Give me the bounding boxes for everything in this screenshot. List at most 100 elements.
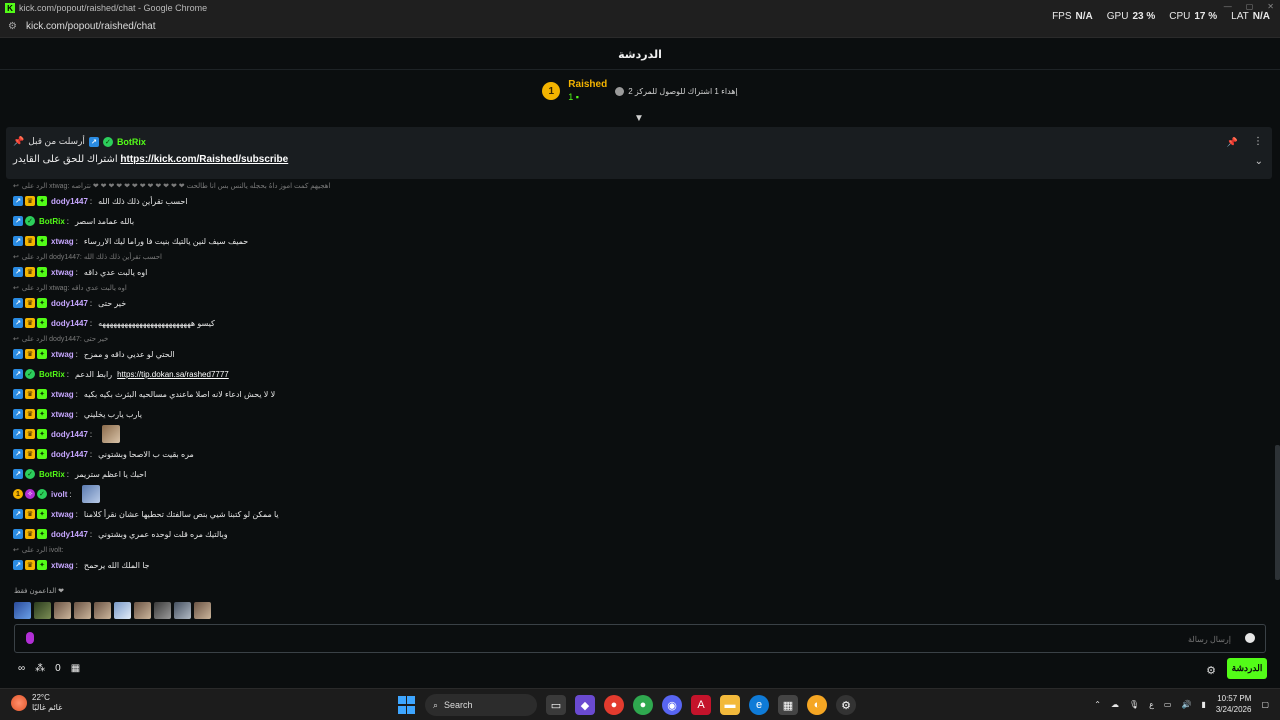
chat-username[interactable]: xtwag (51, 237, 74, 246)
chat-username[interactable]: BotRix (39, 370, 65, 379)
leader-entry[interactable]: Raished 1 ▪ (568, 79, 607, 103)
chat-messages[interactable]: ↩ الرد على xtwag: اهجيهم كمت اموز داهُ بح… (0, 180, 1275, 580)
chat-input-box[interactable] (14, 624, 1266, 653)
emote-thumbnail[interactable] (134, 602, 151, 619)
tray-overflow-icon[interactable]: ⌃ (1094, 700, 1101, 709)
weather-widget[interactable]: 22°C غائم غالبًا (11, 693, 62, 713)
file-explorer-icon[interactable]: ▬ (720, 695, 740, 715)
emote-thumbnail[interactable] (74, 602, 91, 619)
chat-message[interactable]: ↗ ✓ BotRix: بالله عمامد اسصر (0, 211, 1275, 231)
reply-context[interactable]: ↩ الرد على ivolt: (0, 544, 1275, 555)
discord-icon[interactable]: ◉ (662, 695, 682, 715)
share-icon[interactable]: ⁂ (35, 663, 45, 674)
chat-username[interactable]: xtwag (51, 410, 74, 419)
more-options-icon[interactable]: ⋮ (1253, 136, 1263, 147)
battery-icon[interactable]: ▮ (1201, 700, 1205, 709)
chat-message[interactable]: ↗ ♛ ✦ xtwag: جا الملك الله يرحمح (0, 555, 1275, 575)
chrome-profile-icon[interactable]: ● (633, 695, 653, 715)
chat-message[interactable]: ↗ ♛ ✦ xtwag: يا ممكن لو كتبنا شيي بنص سالفتك… (0, 504, 1275, 524)
chat-message[interactable]: ↗ ✓ BotRix: رابط الدعم https://tip.dokan.sa/… (0, 364, 1275, 384)
copilot-icon[interactable]: ◆ (575, 695, 595, 715)
message-link[interactable]: https://tip.dokan.sa/rashed7777 (117, 370, 229, 379)
chat-username[interactable]: xtwag (51, 390, 74, 399)
app-icon[interactable]: ◐ (807, 695, 827, 715)
notifications-icon[interactable]: ▢ (1261, 700, 1269, 709)
settings-gear-icon[interactable]: ⚙ (1206, 664, 1216, 677)
wifi-icon[interactable]: ▭ (1164, 700, 1172, 709)
pinned-link[interactable]: https://kick.com/Raished/subscribe (120, 154, 288, 165)
chat-username[interactable]: dody1447 (51, 530, 88, 539)
minimize-button[interactable]: — (1224, 2, 1232, 11)
chat-username[interactable]: ivolt (51, 490, 67, 499)
reply-context[interactable]: ↩ الرد على dody1447: احسب تقرأين ذلك ذلك … (0, 251, 1275, 262)
settings-app-icon[interactable]: ⚙ (836, 695, 856, 715)
reply-context[interactable]: ↩ الرد على xtwag: اهجيهم كمت اموز داهُ بح… (0, 180, 1275, 191)
chat-username[interactable]: dody1447 (51, 319, 88, 328)
adobe-icon[interactable]: A (691, 695, 711, 715)
chat-username[interactable]: dody1447 (51, 299, 88, 308)
chat-username[interactable]: xtwag (51, 510, 74, 519)
edge-icon[interactable]: e (749, 695, 769, 715)
chat-message[interactable]: ↗ ♛ ✦ dody1447: مره بقيت ب الاصحا وبشتوني (0, 444, 1275, 464)
emote-thumbnail[interactable] (54, 602, 71, 619)
volume-icon[interactable]: 🔊 (1181, 700, 1191, 709)
chat-username[interactable]: dody1447 (51, 197, 88, 206)
chat-message[interactable]: ↗ ♛ ✦ xtwag: حميف سيف لنين يالتيك بنيت فا ور… (0, 231, 1275, 251)
close-button[interactable]: ✕ (1267, 2, 1274, 11)
chat-message[interactable]: ↗ ♛ ✦ dody1447: احسب تقرأين ذلك ذلك الله (0, 191, 1275, 211)
emote-thumbnail[interactable] (154, 602, 171, 619)
pinned-sender[interactable]: BotRix (117, 137, 146, 147)
scrollbar-thumb[interactable] (1275, 445, 1280, 580)
chat-message[interactable]: ↗ ♛ ✦ dody1447: (0, 424, 1275, 444)
chat-message[interactable]: ↗ ♛ ✦ xtwag: يارب يارب يخليني (0, 404, 1275, 424)
supporter-emotes[interactable] (14, 602, 211, 619)
chat-message[interactable]: ↗ ♛ ✦ dody1447: وبالتيك مره قلت لوحده عمري و… (0, 524, 1275, 544)
chat-username[interactable]: xtwag (51, 561, 74, 570)
emote-image[interactable] (81, 485, 100, 503)
chat-message[interactable]: 1 ✧ ✓ ivolt: (0, 484, 1275, 504)
store-icon[interactable]: ▦ (71, 663, 80, 674)
emote-thumbnail[interactable] (94, 602, 111, 619)
chat-username[interactable]: BotRix (39, 470, 65, 479)
gift-leaderboard[interactable]: 1 Raished 1 ▪ إهداء 1 اشتراك للوصول للمر… (0, 71, 1280, 111)
network-cloud-icon[interactable]: ☁ (1111, 700, 1119, 709)
chat-message[interactable]: ↗ ♛ ✦ xtwag: الحتي لو عديي داقه و ممزح (0, 344, 1275, 364)
emote-thumbnail[interactable] (14, 602, 31, 619)
store-app-icon[interactable]: ▦ (778, 695, 798, 715)
start-button-icon[interactable] (396, 695, 416, 715)
emote-thumbnail[interactable] (114, 602, 131, 619)
reply-context[interactable]: ↩ الرد على xtwag: اوه يالبت عدي داقه (0, 282, 1275, 293)
chat-message[interactable]: ↗ ✓ BotRix: احبك يا اعظم ستريمر (0, 464, 1275, 484)
chat-username[interactable]: BotRix (39, 217, 65, 226)
chat-username[interactable]: dody1447 (51, 430, 88, 439)
emote-image[interactable] (102, 425, 121, 443)
emote-thumbnail[interactable] (34, 602, 51, 619)
maximize-button[interactable]: ▢ (1246, 2, 1254, 11)
chat-username[interactable]: xtwag (51, 268, 74, 277)
emote-thumbnail[interactable] (174, 602, 191, 619)
url-text[interactable]: kick.com/popout/raished/chat (26, 21, 156, 32)
taskbar-search[interactable]: ⌕ Search (425, 694, 537, 716)
mic-tray-icon[interactable]: 🎙 (1129, 700, 1139, 709)
infinity-icon[interactable]: ∞ (18, 663, 25, 674)
expand-chevron-icon[interactable]: ▼ (634, 113, 644, 124)
emoji-picker-icon[interactable] (1245, 633, 1255, 643)
chat-message-input[interactable] (831, 630, 1231, 648)
unpin-icon[interactable]: 📌 (1227, 137, 1238, 148)
chat-message[interactable]: ↗ ♛ ✦ dody1447: خير حتى (0, 293, 1275, 313)
chat-message[interactable]: ↗ ♛ ✦ xtwag: لا لا يحش ادعاء لانه اصلا ماعند… (0, 384, 1275, 404)
task-view-icon[interactable]: ▭ (546, 695, 566, 715)
input-language[interactable]: ع (1149, 700, 1154, 709)
chat-username[interactable]: dody1447 (51, 450, 88, 459)
microphone-icon[interactable] (26, 632, 34, 644)
chat-username[interactable]: xtwag (51, 350, 74, 359)
chrome-icon[interactable]: ● (604, 695, 624, 715)
chat-message[interactable]: ↗ ♛ ✦ xtwag: اوه يالبت عدي داقه (0, 262, 1275, 282)
site-settings-icon[interactable]: ⚙ (8, 21, 20, 32)
chat-message[interactable]: ↗ ♛ ✦ dody1447: كيسو ههههههههههههههههههههههه… (0, 313, 1275, 333)
emote-thumbnail[interactable] (194, 602, 211, 619)
collapse-chevron-icon[interactable]: ⌄ (1255, 156, 1263, 167)
send-chat-button[interactable]: الدردشة (1227, 658, 1267, 679)
clock[interactable]: 10:57 PM 3/24/2026 (1216, 693, 1252, 715)
reply-context[interactable]: ↩ الرد على dody1447: خير حتى (0, 333, 1275, 344)
